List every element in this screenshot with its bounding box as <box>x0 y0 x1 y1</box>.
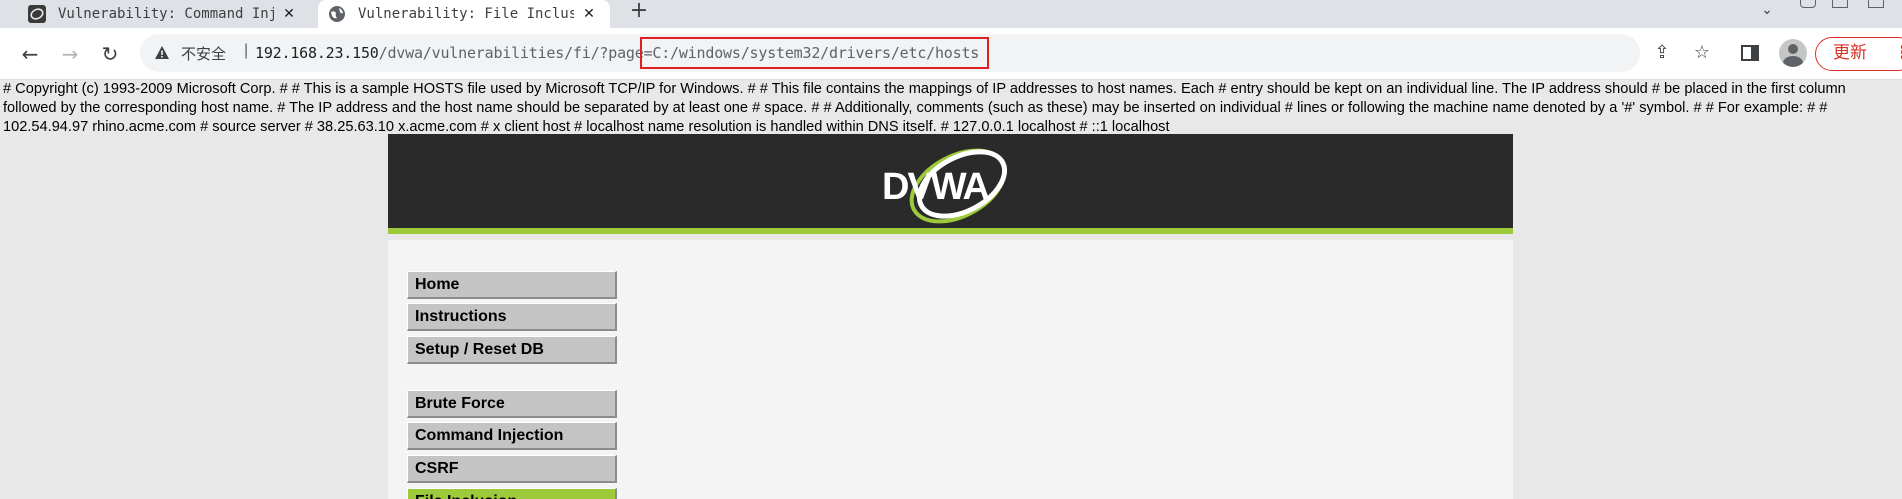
window-restore-icon[interactable] <box>1832 0 1848 8</box>
menu-home[interactable]: Home <box>407 271 617 299</box>
logo-text: DVWA <box>882 166 990 208</box>
dvwa-logo: DVWA <box>882 148 1008 224</box>
warning-triangle-icon[interactable] <box>154 45 170 61</box>
url-host: 192.168.23.150 <box>255 44 379 62</box>
forward-arrow-icon[interactable]: → <box>56 40 84 68</box>
update-label: 更新 <box>1833 43 1867 63</box>
menu-csrf[interactable]: CSRF <box>407 455 617 483</box>
tab-command-injection[interactable]: Vulnerability: Command Injection ✕ <box>0 0 310 28</box>
dvwa-icon <box>28 5 46 23</box>
divider: | <box>244 42 249 59</box>
new-tab-plus-icon[interactable]: + <box>626 0 652 24</box>
url-highlight-box <box>640 37 989 69</box>
close-tab-icon[interactable]: ✕ <box>280 5 298 23</box>
update-button[interactable]: 更新 ⋮ <box>1815 37 1902 71</box>
menu-file-inclusion[interactable]: File Inclusion <box>407 488 617 499</box>
menu-setup-reset-db[interactable]: Setup / Reset DB <box>407 336 617 364</box>
menu-command-injection[interactable]: Command Injection <box>407 422 617 450</box>
close-tab-icon[interactable]: ✕ <box>580 5 598 23</box>
globe-icon <box>329 6 345 22</box>
side-panel-icon[interactable] <box>1735 38 1765 68</box>
included-hosts-file-text: # Copyright (c) 1993-2009 Microsoft Corp… <box>3 81 1846 135</box>
bookmark-star-icon[interactable]: ☆ <box>1687 38 1717 68</box>
tab-title: Vulnerability: Command Injection <box>58 6 274 22</box>
dvwa-header: DVWA <box>388 134 1513 234</box>
not-secure-label[interactable]: 不安全 <box>181 43 226 64</box>
profile-avatar-icon[interactable] <box>1779 39 1807 67</box>
reload-icon[interactable]: ↻ <box>96 40 124 68</box>
tab-strip: Vulnerability: Command Injection ✕ Vulne… <box>0 0 1902 28</box>
back-arrow-icon[interactable]: ← <box>16 40 44 68</box>
menu-instructions[interactable]: Instructions <box>407 303 617 331</box>
window-close-icon[interactable] <box>1868 0 1884 8</box>
window-minimize-icon[interactable] <box>1800 0 1816 8</box>
menu-brute-force[interactable]: Brute Force <box>407 390 617 418</box>
tab-title: Vulnerability: File Inclusion <box>358 6 574 22</box>
tab-search-chevron-icon[interactable]: ⌄ <box>1756 2 1778 22</box>
share-icon[interactable]: ⇪ <box>1647 38 1677 68</box>
tab-file-inclusion[interactable]: Vulnerability: File Inclusion ✕ <box>318 0 610 28</box>
dvwa-content-area: Home Instructions Setup / Reset DB Brute… <box>388 240 1513 499</box>
menu-dots-icon[interactable]: ⋮ <box>1894 38 1902 69</box>
